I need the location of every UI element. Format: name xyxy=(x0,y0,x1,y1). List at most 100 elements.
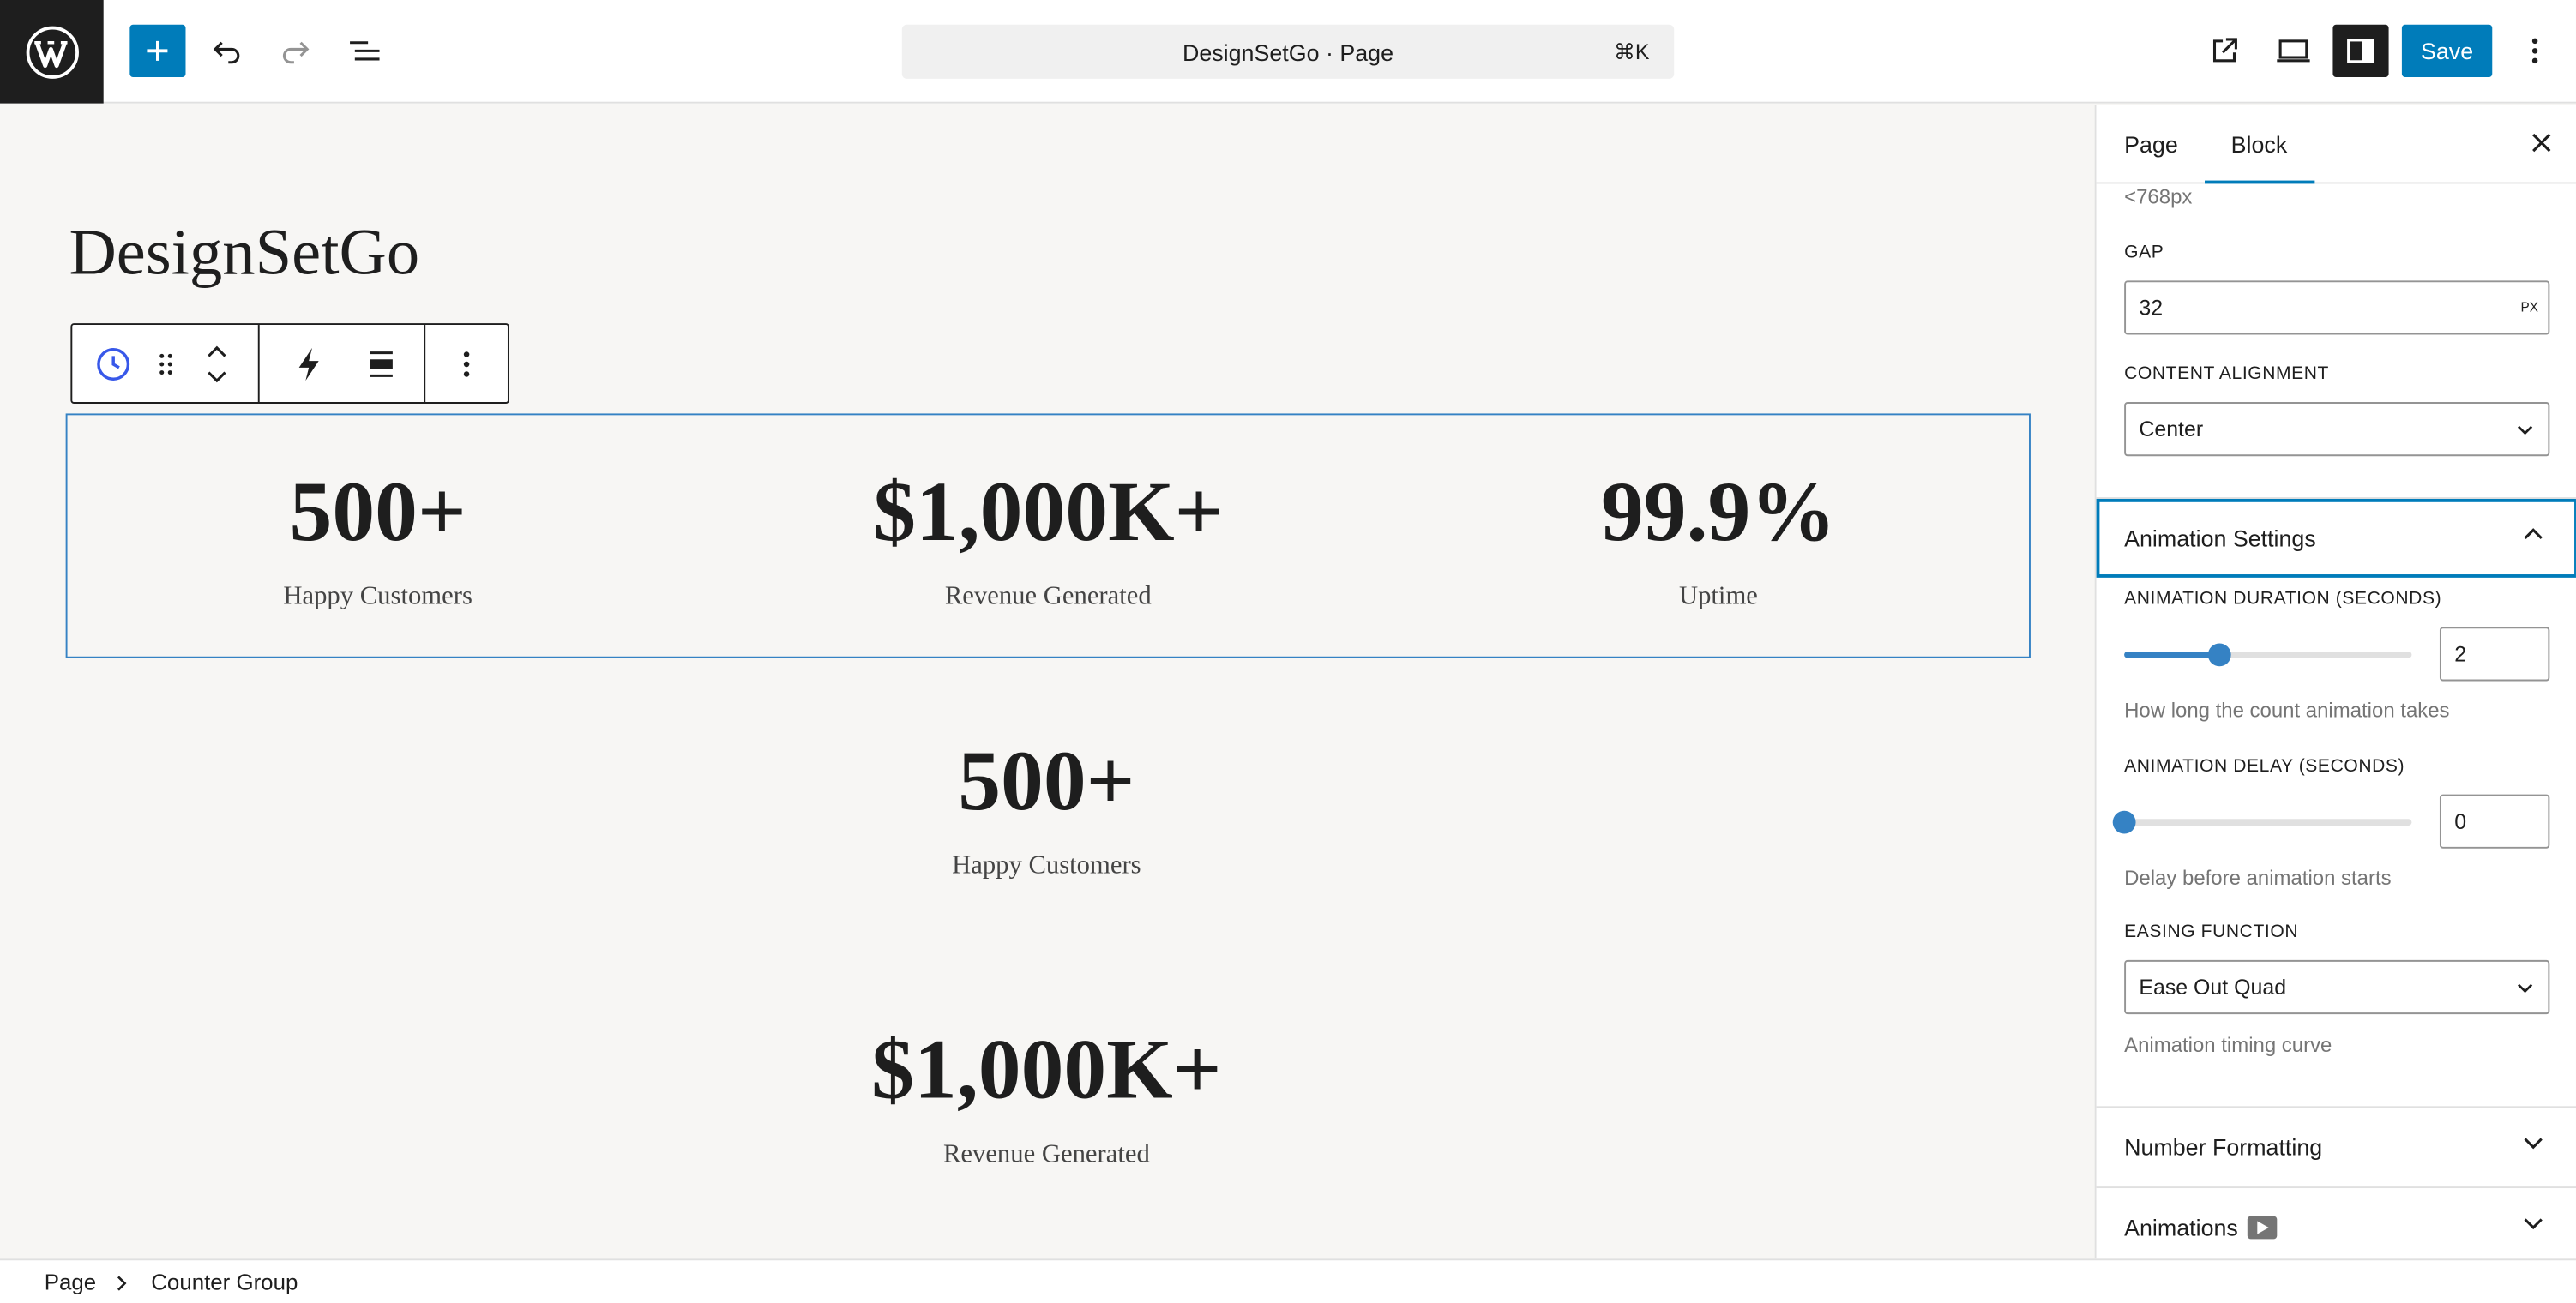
chevron-down-icon xyxy=(2517,983,2533,994)
site-title[interactable]: DesignSetGo xyxy=(69,213,419,291)
toolbar-separator xyxy=(424,325,426,403)
animation-delay-help: Delay before animation starts xyxy=(2124,866,2392,890)
block-toolbar xyxy=(70,323,509,404)
counter-group-block[interactable]: 500+ Happy Customers $1,000K+ Revenue Ge… xyxy=(65,413,2031,658)
animation-delay-input[interactable]: 0 xyxy=(2439,794,2550,849)
justify-icon xyxy=(370,351,393,376)
animations-panel-toggle[interactable]: Animations xyxy=(2097,1188,2576,1258)
animation-duration-label: ANIMATION DURATION (SECONDS) xyxy=(2124,589,2442,609)
settings-sidebar: Page Block <768px GAP 32 PX CONTENT ALIG… xyxy=(2094,105,2576,1259)
breadcrumb-item-page[interactable]: Page xyxy=(45,1270,96,1295)
wordpress-logo[interactable] xyxy=(0,0,104,104)
video-icon xyxy=(2248,1216,2278,1240)
counter-label: Revenue Generated xyxy=(944,582,1152,611)
save-button[interactable]: Save xyxy=(2401,24,2493,77)
drag-handle-icon xyxy=(159,352,172,375)
panel-title: Number Formatting xyxy=(2124,1133,2323,1161)
animation-duration-input[interactable]: 2 xyxy=(2439,627,2550,682)
animation-delay-slider[interactable] xyxy=(2112,810,2412,834)
justification-button[interactable] xyxy=(355,325,407,402)
active-tab-indicator xyxy=(2205,180,2315,184)
panel-title-text: Animations xyxy=(2124,1214,2238,1241)
undo-button[interactable] xyxy=(199,25,255,77)
close-icon[interactable] xyxy=(2528,129,2555,156)
slider-thumb[interactable] xyxy=(2112,810,2136,834)
block-type-button[interactable] xyxy=(92,325,135,402)
gap-input[interactable]: 32 PX xyxy=(2124,280,2550,335)
content-alignment-label: CONTENT ALIGNMENT xyxy=(2124,363,2330,384)
document-title: DesignSetGo · Page xyxy=(1182,39,1393,66)
counter-number: 99.9% xyxy=(1600,465,1836,560)
options-button[interactable] xyxy=(2507,25,2563,77)
external-link-icon xyxy=(2212,38,2237,63)
block-options-button[interactable] xyxy=(443,325,490,402)
counter-item[interactable]: $1,000K+ Revenue Generated xyxy=(784,1024,1309,1170)
view-page-button[interactable] xyxy=(2196,25,2252,77)
slider-fill xyxy=(2124,652,2220,658)
more-vertical-icon xyxy=(2531,38,2538,64)
more-vertical-icon xyxy=(463,351,470,376)
settings-sidebar-icon xyxy=(2347,39,2374,63)
counter-label: Revenue Generated xyxy=(942,1140,1150,1169)
counter-label: Happy Customers xyxy=(952,851,1141,880)
panel-title: Animations xyxy=(2124,1215,2278,1241)
easing-function-help: Animation timing curve xyxy=(2124,1034,2332,1057)
number-formatting-panel-toggle[interactable]: Number Formatting xyxy=(2097,1108,2576,1186)
chevron-down-icon xyxy=(2524,1218,2543,1230)
gap-label: GAP xyxy=(2124,243,2164,263)
editor-canvas[interactable]: DesignSetGo 500+ Happy Customers $1,000K… xyxy=(0,105,2095,1259)
move-down-icon[interactable] xyxy=(205,370,228,383)
counter-item[interactable]: 500+ Happy Customers xyxy=(784,735,1309,881)
content-alignment-select[interactable]: Center xyxy=(2124,402,2550,457)
drag-handle[interactable] xyxy=(151,325,180,402)
preview-device-button[interactable] xyxy=(2266,25,2321,77)
animation-settings-panel-toggle[interactable]: Animation Settings xyxy=(2096,498,2576,578)
lightning-icon xyxy=(298,346,319,381)
breadcrumb-item-counter-group[interactable]: Counter Group xyxy=(151,1270,298,1295)
settings-sidebar-toggle[interactable] xyxy=(2332,24,2389,77)
counter-item[interactable]: 500+ Happy Customers xyxy=(214,465,542,612)
toolbar-separator xyxy=(257,325,260,403)
command-palette-bar[interactable]: DesignSetGo · Page ⌘K xyxy=(901,24,1675,79)
easing-function-select[interactable]: Ease Out Quad xyxy=(2124,959,2550,1015)
counter-item[interactable]: 99.9% Uptime xyxy=(1538,465,1899,612)
chevron-down-icon xyxy=(2524,1138,2543,1150)
undo-icon xyxy=(213,41,240,64)
counter-clock-icon xyxy=(97,347,130,380)
sidebar-tabs: Page Block xyxy=(2096,105,2576,184)
list-view-button[interactable] xyxy=(337,25,393,77)
counter-label: Happy Customers xyxy=(283,582,472,611)
animation-delay-label: ANIMATION DELAY (SECONDS) xyxy=(2124,756,2405,777)
editor-top-toolbar: DesignSetGo · Page ⌘K Save xyxy=(0,0,2576,104)
animation-duration-help: How long the count animation takes xyxy=(2124,699,2450,723)
wordpress-logo-icon xyxy=(25,25,79,78)
gap-unit[interactable]: PX xyxy=(2520,300,2537,315)
slider-thumb[interactable] xyxy=(2208,643,2232,667)
redo-button[interactable] xyxy=(268,25,323,77)
add-block-button[interactable] xyxy=(129,24,186,77)
counter-item[interactable]: $1,000K+ Revenue Generated xyxy=(785,465,1311,612)
tab-block[interactable]: Block xyxy=(2231,131,2288,158)
chevron-up-icon xyxy=(2524,528,2543,540)
easing-function-value: Ease Out Quad xyxy=(2139,975,2287,1000)
animation-button[interactable] xyxy=(283,325,335,402)
desktop-preview-icon xyxy=(2277,39,2310,63)
counter-number: 500+ xyxy=(958,735,1135,829)
easing-function-label: EASING FUNCTION xyxy=(2124,922,2299,942)
counter-label: Uptime xyxy=(1678,582,1758,611)
counter-number: $1,000K+ xyxy=(873,465,1224,560)
chevron-right-icon xyxy=(117,1276,127,1291)
content-alignment-value: Center xyxy=(2139,417,2204,441)
breakpoint-note: <768px xyxy=(2124,185,2193,209)
counter-number: 500+ xyxy=(289,465,466,560)
panel-title: Animation Settings xyxy=(2124,525,2316,552)
plus-icon xyxy=(147,40,168,61)
tab-page[interactable]: Page xyxy=(2124,131,2178,158)
block-breadcrumb: Page Counter Group xyxy=(0,1258,2576,1303)
redo-icon xyxy=(282,41,310,64)
animation-duration-slider[interactable] xyxy=(2124,643,2412,667)
counter-number: $1,000K+ xyxy=(871,1024,1222,1118)
gap-value: 32 xyxy=(2139,295,2164,321)
list-view-icon xyxy=(350,41,380,61)
move-up-icon[interactable] xyxy=(205,344,228,357)
